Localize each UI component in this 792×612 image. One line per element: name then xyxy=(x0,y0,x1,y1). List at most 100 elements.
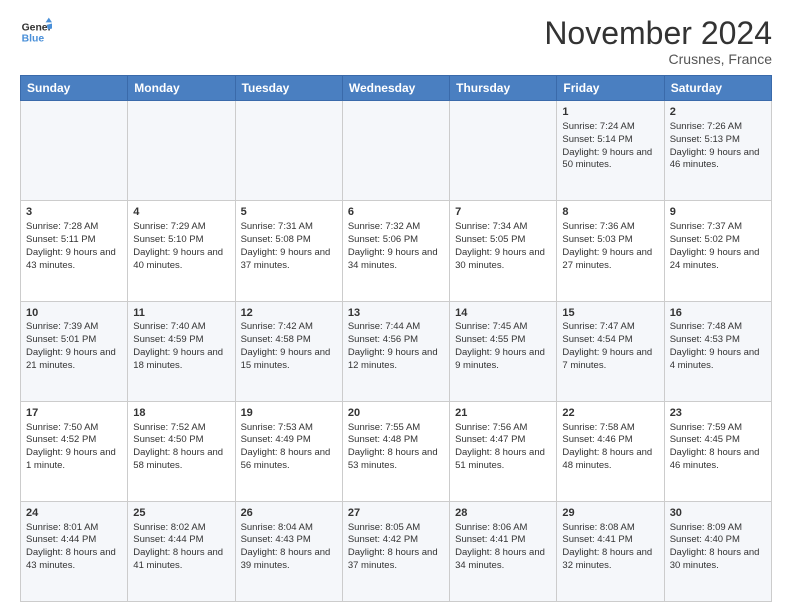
day-number: 14 xyxy=(455,306,551,321)
day-number: 23 xyxy=(670,406,766,421)
day-number: 13 xyxy=(348,306,444,321)
day-number: 11 xyxy=(133,306,229,321)
day-info: Sunrise: 8:05 AM xyxy=(348,522,444,535)
calendar-cell: 7Sunrise: 7:34 AMSunset: 5:05 PMDaylight… xyxy=(450,201,557,301)
day-info: Sunset: 4:43 PM xyxy=(241,534,337,547)
day-info: Daylight: 9 hours and 9 minutes. xyxy=(455,347,551,373)
day-info: Daylight: 8 hours and 32 minutes. xyxy=(562,547,658,573)
day-info: Sunrise: 7:59 AM xyxy=(670,422,766,435)
calendar-cell: 23Sunrise: 7:59 AMSunset: 4:45 PMDayligh… xyxy=(664,401,771,501)
day-info: Sunset: 4:54 PM xyxy=(562,334,658,347)
calendar-cell: 22Sunrise: 7:58 AMSunset: 4:46 PMDayligh… xyxy=(557,401,664,501)
month-title: November 2024 xyxy=(544,16,772,51)
calendar-cell: 20Sunrise: 7:55 AMSunset: 4:48 PMDayligh… xyxy=(342,401,449,501)
day-number: 25 xyxy=(133,506,229,521)
day-number: 21 xyxy=(455,406,551,421)
day-info: Sunset: 5:14 PM xyxy=(562,134,658,147)
day-info: Sunset: 4:50 PM xyxy=(133,434,229,447)
day-number: 18 xyxy=(133,406,229,421)
day-number: 5 xyxy=(241,205,337,220)
day-info: Sunrise: 8:01 AM xyxy=(26,522,122,535)
calendar-cell: 19Sunrise: 7:53 AMSunset: 4:49 PMDayligh… xyxy=(235,401,342,501)
day-number: 9 xyxy=(670,205,766,220)
calendar-cell: 15Sunrise: 7:47 AMSunset: 4:54 PMDayligh… xyxy=(557,301,664,401)
calendar-cell: 11Sunrise: 7:40 AMSunset: 4:59 PMDayligh… xyxy=(128,301,235,401)
calendar-cell: 18Sunrise: 7:52 AMSunset: 4:50 PMDayligh… xyxy=(128,401,235,501)
day-info: Sunrise: 7:40 AM xyxy=(133,321,229,334)
day-info: Daylight: 9 hours and 12 minutes. xyxy=(348,347,444,373)
day-info: Daylight: 9 hours and 37 minutes. xyxy=(241,247,337,273)
calendar-page: General Blue November 2024 Crusnes, Fran… xyxy=(0,0,792,612)
day-info: Sunset: 4:48 PM xyxy=(348,434,444,447)
day-info: Sunset: 4:46 PM xyxy=(562,434,658,447)
day-info: Sunrise: 8:02 AM xyxy=(133,522,229,535)
day-info: Daylight: 9 hours and 7 minutes. xyxy=(562,347,658,373)
calendar-week-4: 17Sunrise: 7:50 AMSunset: 4:52 PMDayligh… xyxy=(21,401,772,501)
day-number: 4 xyxy=(133,205,229,220)
day-number: 20 xyxy=(348,406,444,421)
day-number: 7 xyxy=(455,205,551,220)
day-info: Sunset: 4:42 PM xyxy=(348,534,444,547)
day-info: Daylight: 8 hours and 39 minutes. xyxy=(241,547,337,573)
day-info: Sunset: 4:41 PM xyxy=(562,534,658,547)
day-info: Daylight: 8 hours and 56 minutes. xyxy=(241,447,337,473)
day-info: Sunrise: 7:42 AM xyxy=(241,321,337,334)
day-info: Daylight: 9 hours and 21 minutes. xyxy=(26,347,122,373)
day-info: Sunset: 4:49 PM xyxy=(241,434,337,447)
header-wednesday: Wednesday xyxy=(342,76,449,101)
day-info: Sunrise: 7:56 AM xyxy=(455,422,551,435)
calendar-cell xyxy=(342,101,449,201)
day-info: Daylight: 8 hours and 34 minutes. xyxy=(455,547,551,573)
day-info: Sunrise: 7:44 AM xyxy=(348,321,444,334)
calendar-cell xyxy=(235,101,342,201)
day-number: 2 xyxy=(670,105,766,120)
day-info: Daylight: 9 hours and 46 minutes. xyxy=(670,147,766,173)
logo: General Blue xyxy=(20,16,52,48)
day-number: 22 xyxy=(562,406,658,421)
day-number: 27 xyxy=(348,506,444,521)
calendar-cell xyxy=(450,101,557,201)
day-info: Daylight: 9 hours and 34 minutes. xyxy=(348,247,444,273)
day-info: Sunset: 5:03 PM xyxy=(562,234,658,247)
day-info: Sunrise: 7:37 AM xyxy=(670,221,766,234)
svg-text:General: General xyxy=(22,22,52,33)
day-info: Sunset: 4:56 PM xyxy=(348,334,444,347)
calendar-cell: 30Sunrise: 8:09 AMSunset: 4:40 PMDayligh… xyxy=(664,501,771,601)
day-info: Sunset: 4:45 PM xyxy=(670,434,766,447)
header-thursday: Thursday xyxy=(450,76,557,101)
calendar-cell: 4Sunrise: 7:29 AMSunset: 5:10 PMDaylight… xyxy=(128,201,235,301)
day-info: Daylight: 8 hours and 51 minutes. xyxy=(455,447,551,473)
calendar-week-3: 10Sunrise: 7:39 AMSunset: 5:01 PMDayligh… xyxy=(21,301,772,401)
page-header: General Blue November 2024 Crusnes, Fran… xyxy=(20,16,772,67)
header-monday: Monday xyxy=(128,76,235,101)
day-info: Sunset: 4:47 PM xyxy=(455,434,551,447)
day-info: Sunrise: 7:34 AM xyxy=(455,221,551,234)
calendar-cell: 10Sunrise: 7:39 AMSunset: 5:01 PMDayligh… xyxy=(21,301,128,401)
day-number: 24 xyxy=(26,506,122,521)
day-info: Sunset: 4:44 PM xyxy=(26,534,122,547)
day-info: Daylight: 8 hours and 46 minutes. xyxy=(670,447,766,473)
day-info: Sunrise: 7:32 AM xyxy=(348,221,444,234)
logo-icon: General Blue xyxy=(20,16,52,48)
day-info: Daylight: 9 hours and 4 minutes. xyxy=(670,347,766,373)
day-info: Sunset: 5:06 PM xyxy=(348,234,444,247)
day-info: Sunset: 5:08 PM xyxy=(241,234,337,247)
day-info: Sunrise: 7:29 AM xyxy=(133,221,229,234)
day-number: 6 xyxy=(348,205,444,220)
day-number: 26 xyxy=(241,506,337,521)
calendar-cell: 9Sunrise: 7:37 AMSunset: 5:02 PMDaylight… xyxy=(664,201,771,301)
day-info: Daylight: 8 hours and 43 minutes. xyxy=(26,547,122,573)
day-number: 28 xyxy=(455,506,551,521)
day-info: Sunrise: 7:28 AM xyxy=(26,221,122,234)
header-sunday: Sunday xyxy=(21,76,128,101)
day-info: Sunrise: 7:24 AM xyxy=(562,121,658,134)
day-number: 15 xyxy=(562,306,658,321)
day-info: Sunrise: 7:45 AM xyxy=(455,321,551,334)
day-info: Sunset: 4:58 PM xyxy=(241,334,337,347)
calendar-cell xyxy=(128,101,235,201)
day-info: Sunset: 5:11 PM xyxy=(26,234,122,247)
day-info: Sunrise: 7:48 AM xyxy=(670,321,766,334)
day-info: Sunset: 4:55 PM xyxy=(455,334,551,347)
title-block: November 2024 Crusnes, France xyxy=(544,16,772,67)
day-info: Sunset: 5:13 PM xyxy=(670,134,766,147)
